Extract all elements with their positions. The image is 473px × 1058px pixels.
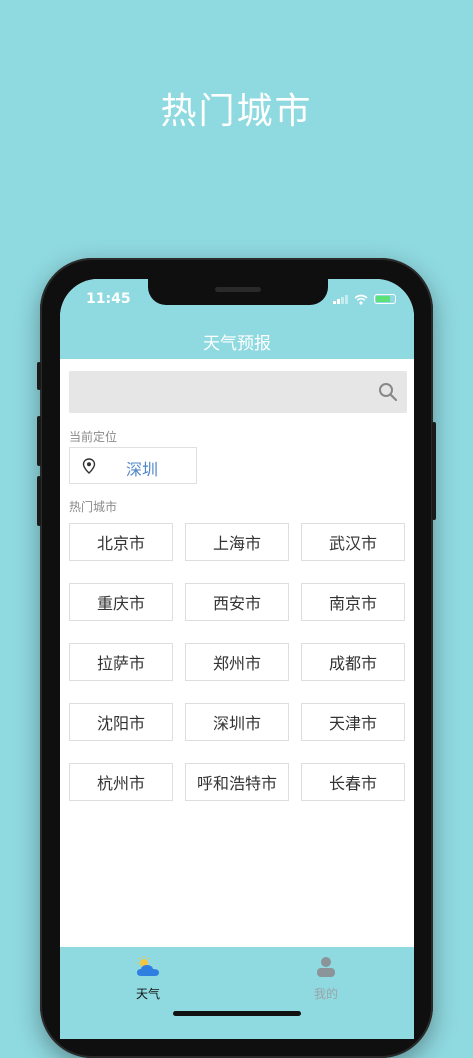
- status-time: 11:45: [86, 291, 131, 307]
- city-button[interactable]: 长春市: [301, 763, 405, 801]
- city-button[interactable]: 成都市: [301, 643, 405, 681]
- phone-side-button: [37, 476, 41, 526]
- tab-weather[interactable]: 天气: [98, 955, 198, 1002]
- phone-side-button: [37, 362, 41, 390]
- current-location-city: 深圳: [126, 460, 159, 479]
- speaker: [215, 287, 261, 292]
- notch: [148, 279, 328, 305]
- person-icon: [317, 957, 335, 977]
- city-button[interactable]: 拉萨市: [69, 643, 173, 681]
- hot-cities-grid: 北京市 上海市 武汉市 重庆市 西安市 南京市 拉萨市 郑州市 成都市 沈阳市 …: [69, 523, 407, 801]
- city-button[interactable]: 北京市: [69, 523, 173, 561]
- battery-icon: [374, 294, 396, 304]
- search-icon[interactable]: [377, 381, 399, 403]
- phone-side-button: [37, 416, 41, 466]
- city-button[interactable]: 深圳市: [185, 703, 289, 741]
- tab-mine[interactable]: 我的: [276, 955, 376, 1002]
- city-button[interactable]: 沈阳市: [69, 703, 173, 741]
- city-button[interactable]: 西安市: [185, 583, 289, 621]
- city-button[interactable]: 杭州市: [69, 763, 173, 801]
- home-indicator[interactable]: [173, 1011, 301, 1016]
- city-button[interactable]: 上海市: [185, 523, 289, 561]
- tab-weather-label: 天气: [135, 987, 160, 1001]
- wifi-icon: [354, 294, 368, 305]
- tab-bar: 天气 我的: [60, 947, 414, 1039]
- city-button[interactable]: 重庆市: [69, 583, 173, 621]
- city-button[interactable]: 郑州市: [185, 643, 289, 681]
- city-button[interactable]: 呼和浩特市: [185, 763, 289, 801]
- status-icons: [333, 293, 396, 305]
- tab-mine-label: 我的: [313, 987, 338, 1001]
- signal-icon: [333, 294, 348, 304]
- weather-cloud-icon: [137, 956, 159, 976]
- hero-title: 热门城市: [160, 91, 313, 132]
- city-button[interactable]: 武汉市: [301, 523, 405, 561]
- current-location-label: 当前定位: [69, 430, 118, 444]
- pin-icon: [82, 458, 96, 474]
- app-header: 11:45 天气预报: [60, 279, 414, 359]
- phone-side-button: [432, 422, 436, 520]
- search-bar[interactable]: [69, 371, 407, 413]
- current-location-button[interactable]: 深圳: [69, 447, 197, 484]
- phone-screen: 11:45 天气预报 当前定位 深圳 热门城市 北京市 上海市 武汉市 重庆市 …: [60, 279, 414, 1039]
- app-title: 天气预报: [203, 334, 271, 354]
- city-button[interactable]: 天津市: [301, 703, 405, 741]
- hot-cities-label: 热门城市: [69, 500, 118, 514]
- city-button[interactable]: 南京市: [301, 583, 405, 621]
